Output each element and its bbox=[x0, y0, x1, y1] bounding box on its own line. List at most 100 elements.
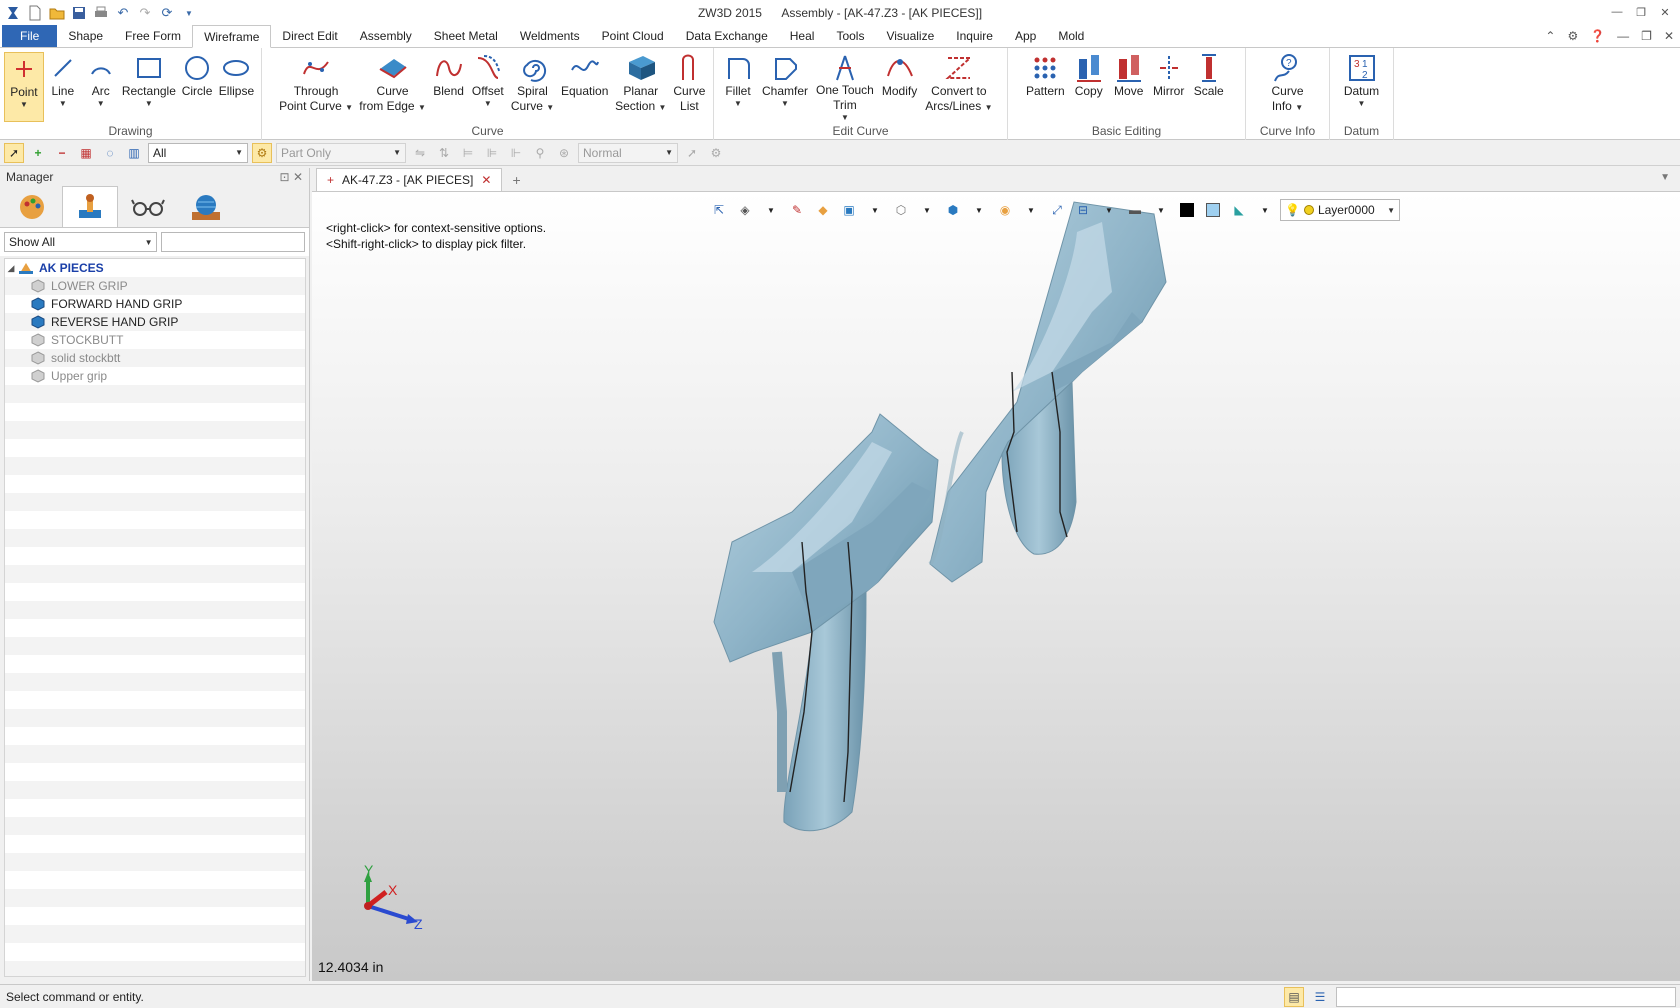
one-touch-trim-button[interactable]: One Touch Trim ▼ bbox=[812, 52, 878, 122]
close-tab-icon[interactable]: ✕ bbox=[481, 173, 491, 187]
move-button[interactable]: Move bbox=[1109, 52, 1149, 122]
rectangle-button[interactable]: Rectangle ▼ bbox=[120, 52, 178, 122]
regen-icon[interactable]: ⟳ bbox=[156, 2, 178, 24]
print-icon[interactable] bbox=[90, 2, 112, 24]
through-point-curve-button[interactable]: Through Point Curve ▼ bbox=[276, 52, 356, 122]
cursor-settings-icon[interactable]: ⚙ bbox=[706, 143, 726, 163]
line-button[interactable]: Line ▼ bbox=[44, 52, 82, 122]
tab-list-icon[interactable]: ▼ bbox=[1660, 172, 1670, 183]
save-icon[interactable] bbox=[68, 2, 90, 24]
model-render[interactable] bbox=[312, 192, 1680, 981]
filter-funnel-icon[interactable]: ▥ bbox=[124, 143, 144, 163]
doc-minimize-button[interactable]: — bbox=[1617, 29, 1629, 43]
render-mode-dropdown-icon[interactable]: ▼ bbox=[760, 200, 782, 220]
show-filter-select[interactable]: Show All ▼ bbox=[4, 232, 158, 252]
tree-item[interactable]: FORWARD HAND GRIP bbox=[5, 295, 305, 313]
new-file-icon[interactable] bbox=[24, 2, 46, 24]
pick-scope-select[interactable]: Part Only ▼ bbox=[276, 142, 406, 163]
pin-panel-icon[interactable]: ⊡ bbox=[280, 170, 290, 184]
tab-palette-icon[interactable] bbox=[4, 187, 60, 227]
tab-inquire[interactable]: Inquire bbox=[945, 25, 1004, 47]
status-layout-icon[interactable]: ▤ bbox=[1284, 987, 1304, 1007]
layer-select[interactable]: 💡 Layer0000 ▼ bbox=[1280, 199, 1400, 221]
open-file-icon[interactable] bbox=[46, 2, 68, 24]
fillet-button[interactable]: Fillet ▼ bbox=[718, 52, 758, 122]
tab-mold[interactable]: Mold bbox=[1047, 25, 1095, 47]
lasso-select-icon[interactable]: ◌ bbox=[100, 143, 120, 163]
box-view-dropdown-icon[interactable]: ▼ bbox=[864, 200, 886, 220]
scale-button[interactable]: Scale bbox=[1189, 52, 1229, 122]
circle-button[interactable]: Circle bbox=[178, 52, 216, 122]
add-pick-icon[interactable]: + bbox=[28, 143, 48, 163]
wireframe-cube-icon[interactable]: ⬡ bbox=[890, 200, 912, 220]
shade-icon[interactable]: ◆ bbox=[812, 200, 834, 220]
line-dropdown-icon[interactable]: ▼ bbox=[59, 99, 67, 108]
pattern-button[interactable]: Pattern bbox=[1022, 52, 1069, 122]
tab-file[interactable]: File bbox=[2, 25, 58, 47]
black-color-swatch[interactable] bbox=[1176, 200, 1198, 220]
help-icon[interactable]: ❓ bbox=[1590, 29, 1605, 43]
tab-view-glasses-icon[interactable] bbox=[120, 187, 176, 227]
section-dropdown-icon[interactable]: ▼ bbox=[1098, 200, 1120, 220]
pin-icon[interactable]: ⚲ bbox=[530, 143, 550, 163]
redo-icon[interactable]: ↷ bbox=[134, 2, 156, 24]
document-tab[interactable]: + AK-47.Z3 - [AK PIECES] ✕ bbox=[316, 168, 503, 191]
tab-app[interactable]: App bbox=[1004, 25, 1047, 47]
mode-select[interactable]: Normal ▼ bbox=[578, 142, 678, 163]
tab-point-cloud[interactable]: Point Cloud bbox=[591, 25, 675, 47]
arc-button[interactable]: Arc ▼ bbox=[82, 52, 120, 122]
rectangle-dropdown-icon[interactable]: ▼ bbox=[145, 99, 153, 108]
app-logo-icon[interactable] bbox=[2, 2, 24, 24]
qat-dropdown-icon[interactable]: ▼ bbox=[178, 2, 200, 24]
arc-dropdown-icon[interactable]: ▼ bbox=[97, 99, 105, 108]
layer-manager-dropdown-icon[interactable]: ▼ bbox=[1254, 200, 1276, 220]
offset-button[interactable]: Offset ▼ bbox=[468, 52, 507, 122]
tab-assembly[interactable]: Assembly bbox=[349, 25, 423, 47]
chamfer-dropdown-icon[interactable]: ▼ bbox=[781, 99, 789, 108]
tree-item[interactable]: STOCKBUTT bbox=[5, 331, 305, 349]
doc-close-button[interactable]: ✕ bbox=[1664, 29, 1674, 43]
tab-tools[interactable]: Tools bbox=[825, 25, 875, 47]
lighting-icon[interactable]: ◉ bbox=[994, 200, 1016, 220]
tab-sheet-metal[interactable]: Sheet Metal bbox=[423, 25, 509, 47]
status-list-icon[interactable]: ☰ bbox=[1310, 987, 1330, 1007]
tree-root[interactable]: ◢ AK PIECES bbox=[5, 259, 305, 277]
display-icon[interactable]: ▬ bbox=[1124, 200, 1146, 220]
collapse-toggle-icon[interactable]: ◢ bbox=[5, 263, 17, 274]
settings-gear-icon[interactable]: ⚙ bbox=[1567, 29, 1578, 43]
undo-icon[interactable]: ↶ bbox=[112, 2, 134, 24]
tab-shape[interactable]: Shape bbox=[57, 25, 114, 47]
reverse-hand-grip-model[interactable] bbox=[928, 201, 1167, 583]
wireframe-cube-dropdown-icon[interactable]: ▼ bbox=[916, 200, 938, 220]
new-tab-icon[interactable]: + bbox=[502, 168, 530, 191]
close-panel-icon[interactable]: ✕ bbox=[293, 170, 303, 184]
measure-icon[interactable]: ✎ bbox=[786, 200, 808, 220]
tab-heal[interactable]: Heal bbox=[779, 25, 826, 47]
box-view-icon[interactable]: ▣ bbox=[838, 200, 860, 220]
tab-history-icon[interactable] bbox=[62, 186, 118, 227]
convert-arcs-lines-button[interactable]: Convert to Arcs/Lines ▼ bbox=[921, 52, 996, 122]
solid-cube-icon[interactable]: ⬢ bbox=[942, 200, 964, 220]
minimize-button[interactable]: — bbox=[1606, 2, 1628, 22]
datum-dropdown-icon[interactable]: ▼ bbox=[1358, 99, 1366, 108]
exit-view-icon[interactable]: ⇱ bbox=[708, 200, 730, 220]
forward-hand-grip-model[interactable] bbox=[713, 413, 939, 832]
tree-item[interactable]: LOWER GRIP bbox=[5, 277, 305, 295]
light-color-swatch[interactable] bbox=[1202, 200, 1224, 220]
section-icon[interactable]: ⊟ bbox=[1072, 200, 1094, 220]
remove-pick-icon[interactable]: − bbox=[52, 143, 72, 163]
fillet-dropdown-icon[interactable]: ▼ bbox=[734, 99, 742, 108]
lighting-dropdown-icon[interactable]: ▼ bbox=[1020, 200, 1042, 220]
3d-viewport[interactable]: Y X Z ⇱ ◈ ▼ ✎ ◆ ▣ ▼ ⬡ ▼ ⬢ ▼ ◉ ▼ ⤢ ⊟ ▼ ▬ … bbox=[312, 192, 1680, 981]
tree-item[interactable]: Upper grip bbox=[5, 367, 305, 385]
align-center-icon[interactable]: ⊫ bbox=[482, 143, 502, 163]
tab-visualize[interactable]: Visualize bbox=[875, 25, 945, 47]
offset-dropdown-icon[interactable]: ▼ bbox=[484, 99, 492, 108]
tab-weldments[interactable]: Weldments bbox=[509, 25, 591, 47]
pick-list-icon[interactable]: ▦ bbox=[76, 143, 96, 163]
close-button[interactable]: ✕ bbox=[1654, 2, 1676, 22]
layer-manager-icon[interactable]: ◣ bbox=[1228, 200, 1250, 220]
tab-direct-edit[interactable]: Direct Edit bbox=[271, 25, 348, 47]
align-left-icon[interactable]: ⊨ bbox=[458, 143, 478, 163]
zoom-fit-icon[interactable]: ⤢ bbox=[1046, 200, 1068, 220]
